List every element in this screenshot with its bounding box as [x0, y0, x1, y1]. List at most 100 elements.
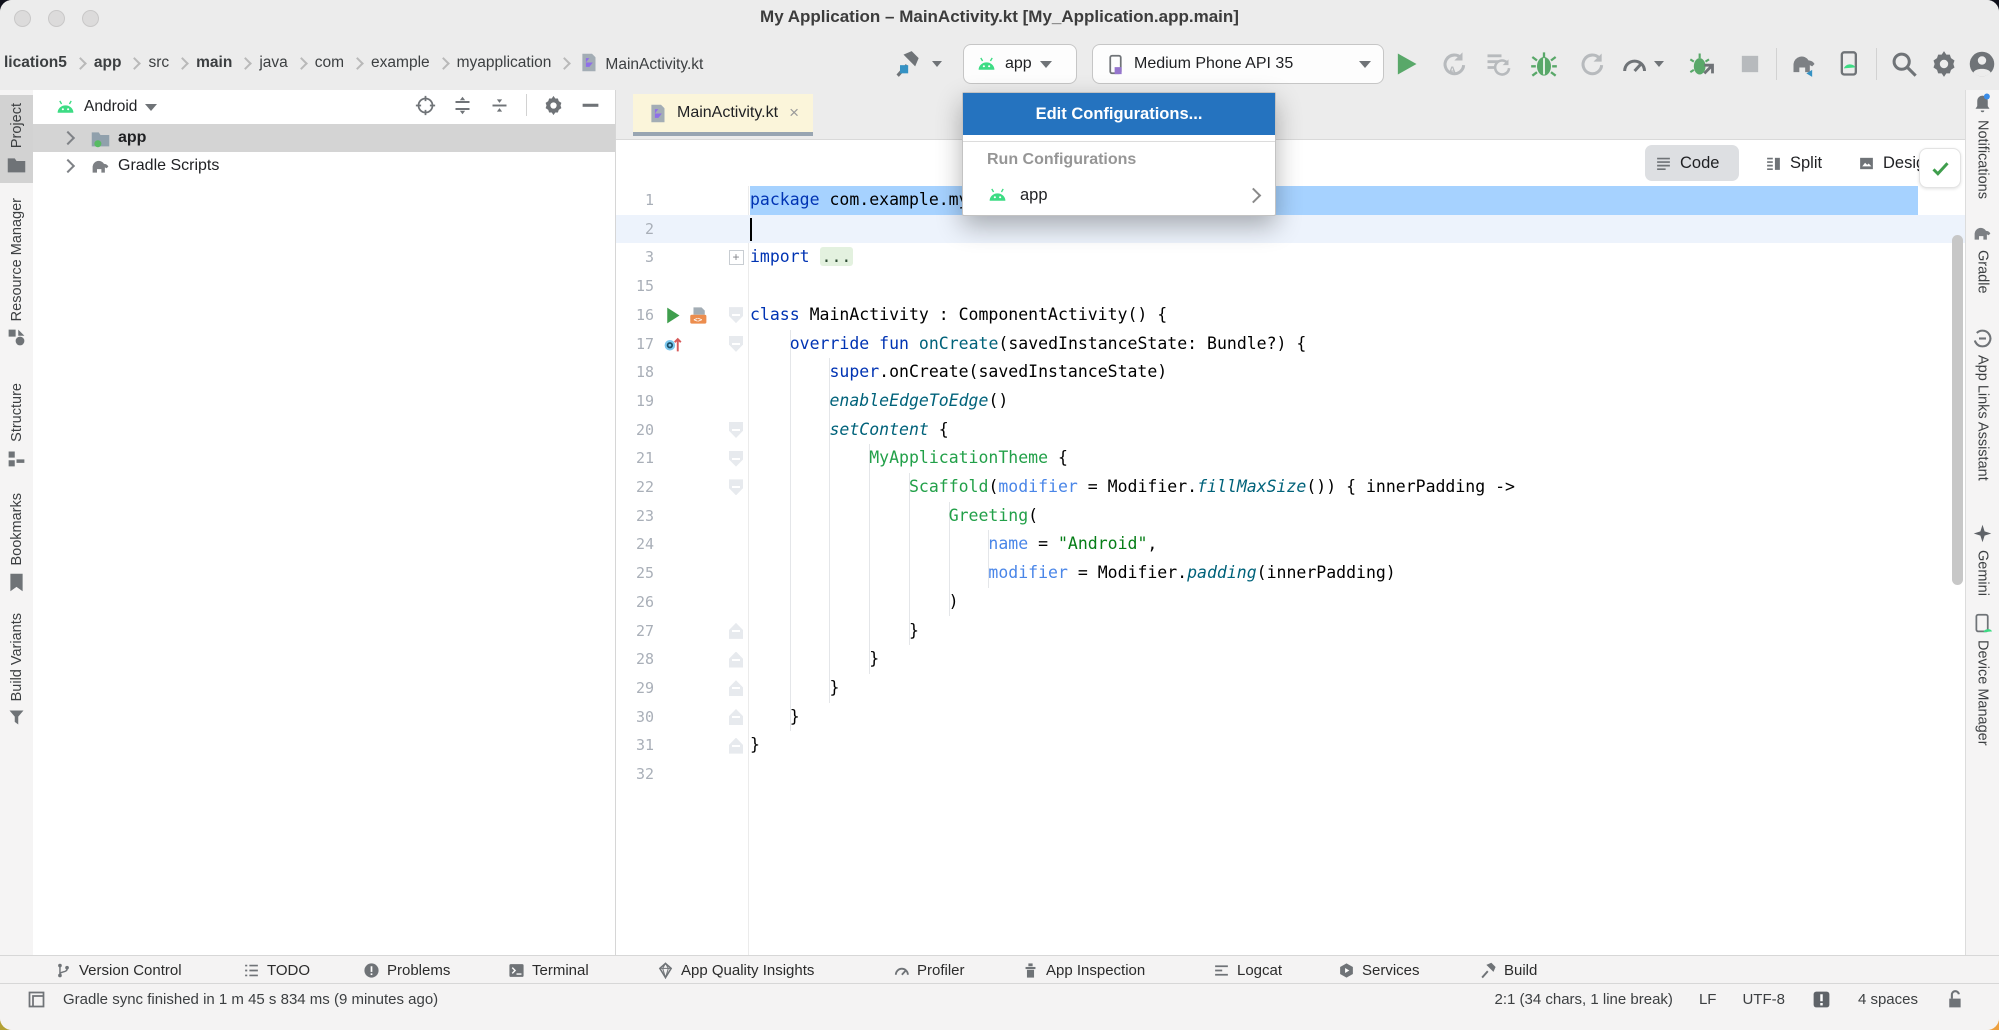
fold-close-icon[interactable] [729, 709, 743, 725]
fold-marker-zone[interactable] [724, 330, 748, 359]
encoding-status[interactable]: UTF-8 [1742, 991, 1785, 1008]
line-number[interactable]: 30 [616, 703, 654, 732]
fold-close-icon[interactable] [729, 623, 743, 639]
hide-panel-icon[interactable] [580, 95, 601, 116]
account-icon[interactable] [1968, 50, 1996, 78]
code-line-32[interactable]: 32 [616, 760, 1966, 789]
gradle-sync-icon[interactable] [1790, 50, 1818, 78]
line-number[interactable]: 18 [616, 358, 654, 387]
breadcrumb-item[interactable]: app [92, 54, 124, 72]
fold-marker-zone[interactable] [724, 416, 748, 445]
tool-window-button-structure[interactable]: Structure [0, 383, 33, 469]
tool-window-button-app-quality-insights[interactable]: App Quality Insights [657, 956, 814, 984]
code-editor[interactable]: 1package com.example.myapplication23+imp… [616, 186, 1966, 955]
code-line-20[interactable]: 20 setContent { [616, 416, 1966, 445]
line-number[interactable]: 19 [616, 387, 654, 416]
line-number[interactable]: 2 [616, 215, 654, 244]
line-number[interactable]: 26 [616, 588, 654, 617]
line-number[interactable]: 20 [616, 416, 654, 445]
code-line-25[interactable]: 25 modifier = Modifier.padding(innerPadd… [616, 559, 1966, 588]
chevron-down-icon[interactable] [145, 104, 157, 111]
line-number[interactable]: 27 [616, 617, 654, 646]
breadcrumb-item[interactable]: lication5 [2, 54, 69, 72]
layout-perspective-icon[interactable] [26, 989, 47, 1010]
collapse-all-icon[interactable] [489, 95, 510, 116]
attach-debugger-icon[interactable] [1688, 50, 1716, 78]
fold-open-icon[interactable] [729, 336, 743, 352]
breadcrumb-item[interactable]: MainActivity.kt [576, 52, 705, 74]
fold-expand-icon[interactable]: + [729, 250, 744, 265]
tool-window-button-resource-manager[interactable]: Resource Manager [0, 198, 33, 348]
code-line-23[interactable]: 23 Greeting( [616, 502, 1966, 531]
settings-gear-icon[interactable] [1930, 50, 1958, 78]
line-number[interactable]: 28 [616, 645, 654, 674]
debug-icon[interactable] [1530, 50, 1558, 78]
line-number[interactable]: 3 [616, 243, 654, 272]
tool-window-button-services[interactable]: Services [1338, 956, 1420, 984]
fold-close-icon[interactable] [729, 738, 743, 754]
locate-file-icon[interactable] [415, 95, 436, 116]
view-mode-code[interactable]: Code [1645, 145, 1739, 181]
fold-marker-zone[interactable] [724, 473, 748, 502]
stop-icon[interactable] [1736, 50, 1764, 78]
line-number[interactable]: 24 [616, 530, 654, 559]
tool-window-button-problems[interactable]: Problems [363, 956, 450, 984]
code-line-27[interactable]: 27 } [616, 617, 1966, 646]
tool-window-button-logcat[interactable]: Logcat [1213, 956, 1282, 984]
breadcrumb-item[interactable]: main [194, 54, 234, 72]
tool-window-button-build[interactable]: Build [1480, 956, 1537, 984]
line-number[interactable]: 21 [616, 444, 654, 473]
tool-window-button-profiler[interactable]: Profiler [893, 956, 965, 984]
line-number[interactable]: 25 [616, 559, 654, 588]
fold-marker-zone[interactable] [724, 703, 748, 732]
chevron-right-icon[interactable] [61, 159, 75, 173]
profile-icon[interactable] [1576, 50, 1604, 78]
indent-status[interactable]: 4 spaces [1858, 991, 1918, 1008]
profiler-dropdown-arrow-icon[interactable] [1654, 61, 1664, 67]
menu-item-edit-configurations[interactable]: Edit Configurations... [963, 93, 1275, 135]
tool-window-button-project[interactable]: Project [0, 95, 33, 183]
view-mode-split[interactable]: Split [1755, 145, 1835, 181]
line-number[interactable]: 31 [616, 731, 654, 760]
device-manager-icon[interactable] [1836, 50, 1864, 78]
line-number[interactable]: 22 [616, 473, 654, 502]
tool-window-button-gemini[interactable]: Gemini [1966, 523, 1999, 596]
code-line-29[interactable]: 29 } [616, 674, 1966, 703]
tab-mainactivity[interactable]: MainActivity.kt × [633, 94, 813, 136]
apply-code-changes-icon[interactable] [1484, 50, 1512, 78]
tool-window-button-app-links-assistant[interactable]: App Links Assistant [1966, 328, 1999, 481]
code-line-1[interactable]: 1package com.example.myapplication [616, 186, 1966, 215]
run-line-icon[interactable] [662, 305, 683, 326]
code-line-22[interactable]: 22 Scaffold(modifier = Modifier.fillMaxS… [616, 473, 1966, 502]
line-number[interactable]: 16 [616, 301, 654, 330]
run-configuration-selector[interactable]: app [963, 44, 1077, 84]
code-line-21[interactable]: 21 MyApplicationTheme { [616, 444, 1966, 473]
unlock-icon[interactable] [1944, 989, 1965, 1010]
line-number[interactable]: 15 [616, 272, 654, 301]
line-number[interactable]: 17 [616, 330, 654, 359]
fold-open-icon[interactable] [729, 451, 743, 467]
fold-marker-zone[interactable] [724, 301, 748, 330]
code-line-2[interactable]: 2 [616, 215, 1966, 244]
tool-window-button-app-inspection[interactable]: App Inspection [1022, 956, 1145, 984]
search-icon[interactable] [1890, 50, 1918, 78]
tool-window-button-version-control[interactable]: Version Control [55, 956, 182, 984]
tool-window-button-todo[interactable]: TODO [243, 956, 310, 984]
breadcrumb-item[interactable]: example [369, 54, 432, 72]
breadcrumb-item[interactable]: src [146, 54, 171, 72]
code-line-30[interactable]: 30 } [616, 703, 1966, 732]
save-indicator-icon[interactable] [1811, 989, 1832, 1010]
code-line-28[interactable]: 28 } [616, 645, 1966, 674]
fold-marker-zone[interactable] [724, 645, 748, 674]
tool-window-button-build-variants[interactable]: Build Variants [0, 613, 33, 728]
line-ending-status[interactable]: LF [1699, 991, 1717, 1008]
device-selector[interactable]: Medium Phone API 35 [1092, 44, 1384, 84]
code-line-18[interactable]: 18 super.onCreate(savedInstanceState) [616, 358, 1966, 387]
code-line-17[interactable]: 17 override fun onCreate(savedInstanceSt… [616, 330, 1966, 359]
code-line-15[interactable]: 15 [616, 272, 1966, 301]
fold-marker-zone[interactable] [724, 617, 748, 646]
tool-window-button-device-manager[interactable]: Device Manager [1966, 613, 1999, 746]
breadcrumb-item[interactable]: myapplication [455, 54, 554, 72]
profiler-gauge-icon[interactable] [1620, 50, 1648, 78]
build-hammer-icon[interactable] [893, 50, 921, 78]
